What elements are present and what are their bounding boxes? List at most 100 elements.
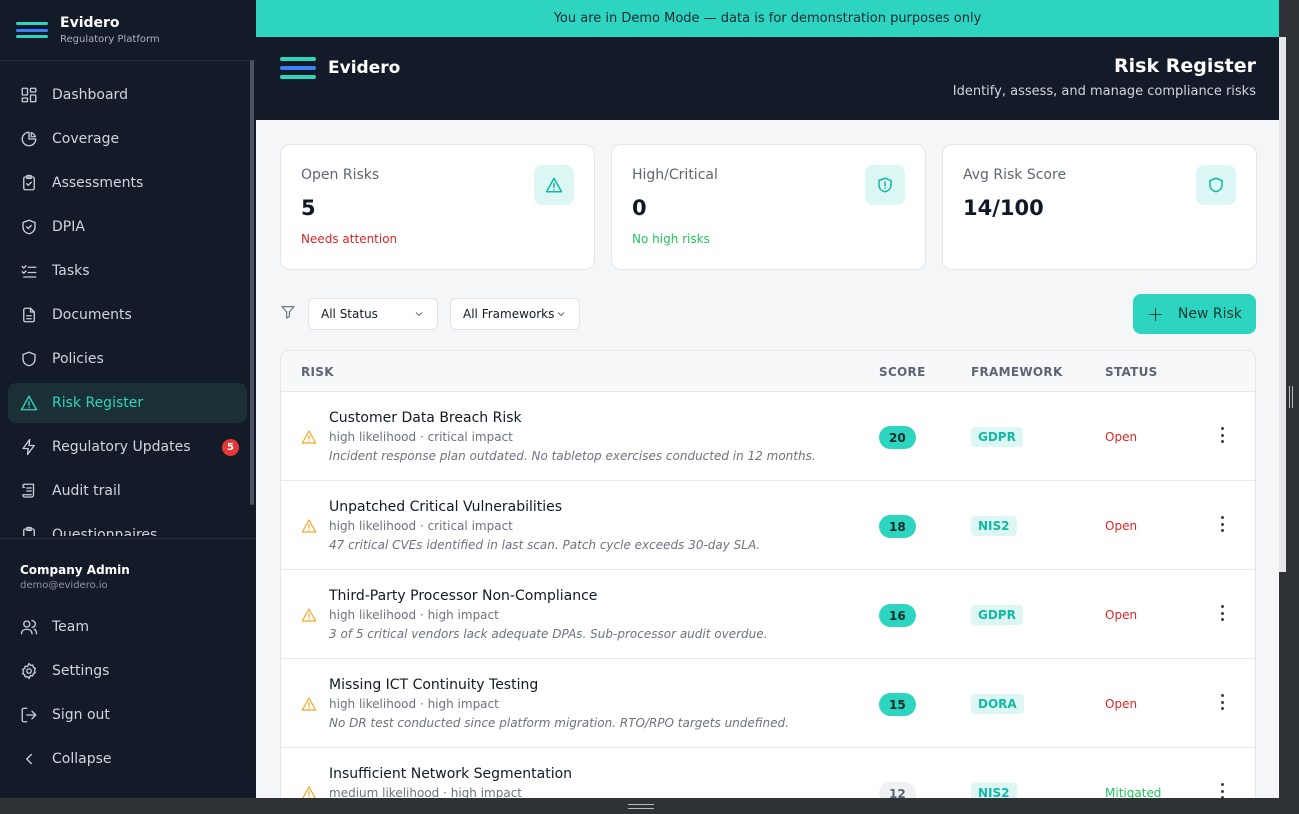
- stat-card-high-critical: High/Critical 0 No high risks: [611, 144, 926, 270]
- status-text: Open: [1105, 519, 1138, 533]
- stat-card-open-risks: Open Risks 5 Needs attention: [280, 144, 595, 270]
- warning-icon: [301, 785, 317, 798]
- stat-note: No high risks: [632, 232, 710, 246]
- main-content: Open Risks 5 Needs attention High/Critic…: [256, 120, 1279, 798]
- sidebar-item-label: Policies: [52, 351, 104, 367]
- app-name: Evidero: [60, 15, 120, 31]
- risk-score-badge: 20: [879, 426, 916, 449]
- chevron-down-icon: [557, 312, 565, 317]
- warning-icon: [301, 607, 317, 623]
- user-name: Company Admin: [20, 563, 130, 577]
- risk-title[interactable]: Insufficient Network Segmentation: [329, 766, 572, 782]
- risk-description: No DR test conducted since platform migr…: [329, 716, 789, 730]
- more-options-icon[interactable]: [1217, 516, 1227, 532]
- framework-badge: GDPR: [971, 605, 1023, 625]
- sidebar-scrollbar[interactable]: [250, 60, 254, 505]
- sidebar-item-coverage[interactable]: Coverage: [8, 119, 247, 159]
- framework-badge: NIS2: [971, 783, 1017, 798]
- risk-title[interactable]: Customer Data Breach Risk: [329, 410, 522, 426]
- sidebar: Evidero Regulatory Platform Dashboard Co…: [0, 0, 256, 798]
- sidebar-item-documents[interactable]: Documents: [8, 295, 247, 335]
- stats-row: Open Risks 5 Needs attention High/Critic…: [280, 144, 1257, 270]
- framework-badge: GDPR: [971, 427, 1023, 447]
- framework-filter-value: All Frameworks: [463, 307, 555, 321]
- sidebar-item-questionnaires[interactable]: Questionnaires: [8, 515, 247, 536]
- more-options-icon[interactable]: [1217, 783, 1227, 798]
- table-row[interactable]: Missing ICT Continuity Testing high like…: [281, 659, 1255, 748]
- filters-bar: All Status All Frameworks + New Risk: [280, 294, 1256, 334]
- sidebar-item-regulatory-updates[interactable]: Regulatory Updates 5: [8, 427, 247, 467]
- risk-title[interactable]: Third-Party Processor Non-Compliance: [329, 588, 597, 604]
- warning-icon: [301, 518, 317, 534]
- chevron-down-icon: [415, 312, 423, 317]
- sidebar-item-collapse[interactable]: Collapse: [8, 739, 247, 779]
- shield-icon: [22, 351, 36, 367]
- shield-check-icon: [22, 219, 36, 235]
- shield-icon: [1196, 165, 1236, 205]
- risk-score-badge: 15: [879, 693, 916, 716]
- status-text: Open: [1105, 608, 1138, 622]
- status-filter-select[interactable]: All Status: [308, 298, 438, 330]
- risk-score-badge: 16: [879, 604, 916, 627]
- list-check-icon: [21, 265, 37, 278]
- sidebar-item-dpia[interactable]: DPIA: [8, 207, 247, 247]
- header-brand[interactable]: Evidero: [280, 57, 400, 79]
- warning-icon: [20, 395, 38, 411]
- resize-handle-icon[interactable]: [1289, 386, 1293, 408]
- sidebar-item-sign-out[interactable]: Sign out: [8, 695, 247, 735]
- sidebar-item-label: Assessments: [52, 175, 144, 191]
- risk-description: 47 critical CVEs identified in last scan…: [329, 538, 761, 552]
- resize-handle-icon[interactable]: [628, 804, 654, 809]
- column-header-risk[interactable]: RISK: [301, 365, 334, 379]
- more-options-icon[interactable]: [1217, 605, 1227, 621]
- user-profile: Company Admin demo@evidero.io: [0, 538, 256, 591]
- risk-title[interactable]: Unpatched Critical Vulnerabilities: [329, 499, 562, 515]
- sidebar-item-audit-trail[interactable]: Audit trail: [8, 471, 247, 511]
- stat-card-avg-risk-score: Avg Risk Score 14/100: [942, 144, 1257, 270]
- more-options-icon[interactable]: [1217, 427, 1227, 443]
- column-header-framework[interactable]: FRAMEWORK: [971, 365, 1063, 379]
- window-right-edge: [1279, 0, 1299, 798]
- status-text: Open: [1105, 430, 1138, 444]
- sidebar-item-assessments[interactable]: Assessments: [8, 163, 247, 203]
- new-risk-button[interactable]: + New Risk: [1133, 294, 1256, 334]
- table-row[interactable]: Customer Data Breach Risk high likelihoo…: [281, 392, 1255, 481]
- page-subtitle: Identify, assess, and manage compliance …: [952, 84, 1256, 99]
- sidebar-item-settings[interactable]: Settings: [8, 651, 247, 691]
- framework-filter-select[interactable]: All Frameworks: [450, 298, 580, 330]
- sidebar-item-label: Tasks: [52, 263, 90, 279]
- header-brand-name: Evidero: [328, 58, 401, 78]
- sidebar-item-label: Regulatory Updates: [52, 439, 191, 455]
- sidebar-item-policies[interactable]: Policies: [8, 339, 247, 379]
- risk-meta: high likelihood · critical impact: [329, 519, 513, 533]
- more-options-icon[interactable]: [1217, 694, 1227, 710]
- page-title: Risk Register: [1114, 55, 1256, 77]
- user-email: demo@evidero.io: [20, 580, 108, 591]
- demo-mode-banner: You are in Demo Mode — data is for demon…: [256, 0, 1279, 37]
- clipboard-check-icon: [23, 174, 35, 191]
- column-header-status[interactable]: STATUS: [1105, 365, 1158, 379]
- sidebar-item-label: Collapse: [52, 751, 112, 767]
- sidebar-item-label: DPIA: [52, 219, 85, 235]
- logo-icon: [16, 22, 48, 38]
- sidebar-item-team[interactable]: Team: [8, 607, 247, 647]
- notification-badge: 5: [222, 439, 239, 456]
- table-row[interactable]: Third-Party Processor Non-Compliance hig…: [281, 570, 1255, 659]
- gear-icon: [21, 662, 37, 680]
- content-scrollbar[interactable]: [1279, 37, 1286, 572]
- risk-title[interactable]: Missing ICT Continuity Testing: [329, 677, 538, 693]
- sidebar-brand[interactable]: Evidero Regulatory Platform: [0, 0, 256, 61]
- sidebar-item-label: Questionnaires: [52, 527, 158, 536]
- framework-badge: NIS2: [971, 516, 1017, 536]
- sidebar-item-label: Dashboard: [52, 87, 128, 103]
- table-row[interactable]: Unpatched Critical Vulnerabilities high …: [281, 481, 1255, 570]
- sidebar-item-tasks[interactable]: Tasks: [8, 251, 247, 291]
- sidebar-item-dashboard[interactable]: Dashboard: [8, 75, 247, 115]
- clipboard-icon: [23, 526, 35, 536]
- lightning-icon: [22, 438, 35, 456]
- column-header-score[interactable]: SCORE: [879, 365, 926, 379]
- table-row[interactable]: Insufficient Network Segmentation medium…: [281, 748, 1255, 798]
- stat-value: 0: [632, 196, 647, 220]
- app-tagline: Regulatory Platform: [60, 34, 160, 45]
- sidebar-item-risk-register[interactable]: Risk Register: [8, 383, 247, 423]
